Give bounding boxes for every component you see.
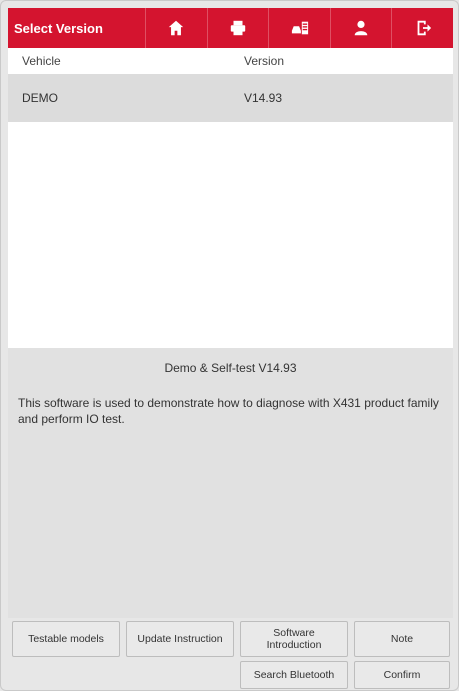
- home-icon: [169, 20, 184, 36]
- column-header-vehicle: Vehicle: [22, 54, 61, 68]
- printer-icon: [230, 20, 246, 36]
- user-button[interactable]: [329, 8, 392, 48]
- software-introduction-button[interactable]: Software Introduction: [240, 621, 348, 657]
- software-description-panel: Demo & Self-test V14.93 This software is…: [8, 348, 453, 618]
- update-instruction-button[interactable]: Update Instruction: [126, 621, 234, 657]
- exit-icon: [417, 20, 431, 36]
- column-header-version: Version: [244, 54, 285, 68]
- version-table: Vehicle Version DEMO V14.93: [8, 48, 453, 348]
- title-bar: Select Version: [8, 8, 453, 48]
- testable-models-button[interactable]: Testable models: [12, 621, 120, 657]
- version-cell: V14.93: [244, 91, 283, 105]
- table-row[interactable]: DEMO V14.93: [8, 74, 453, 122]
- description-title: Demo & Self-test V14.93: [164, 361, 297, 375]
- confirm-button[interactable]: Confirm: [354, 661, 450, 689]
- page-title: Select Version: [14, 20, 103, 36]
- vehicle-list-button[interactable]: [268, 8, 330, 48]
- vehicle-cell: DEMO: [22, 91, 58, 105]
- note-button[interactable]: Note: [354, 621, 450, 657]
- device-frame: Select Version Vehicle Version DEMO V14.…: [0, 0, 459, 691]
- home-button[interactable]: [144, 8, 207, 48]
- table-header: Vehicle Version: [8, 48, 453, 74]
- print-button[interactable]: [206, 8, 269, 48]
- button-bar: Testable models Update Instruction Softw…: [8, 621, 453, 690]
- vehicle-list-icon: [291, 21, 308, 35]
- user-icon: [354, 20, 368, 36]
- exit-button[interactable]: [391, 8, 453, 48]
- description-body: This software is used to demonstrate how…: [18, 396, 439, 426]
- search-bluetooth-button[interactable]: Search Bluetooth: [240, 661, 348, 689]
